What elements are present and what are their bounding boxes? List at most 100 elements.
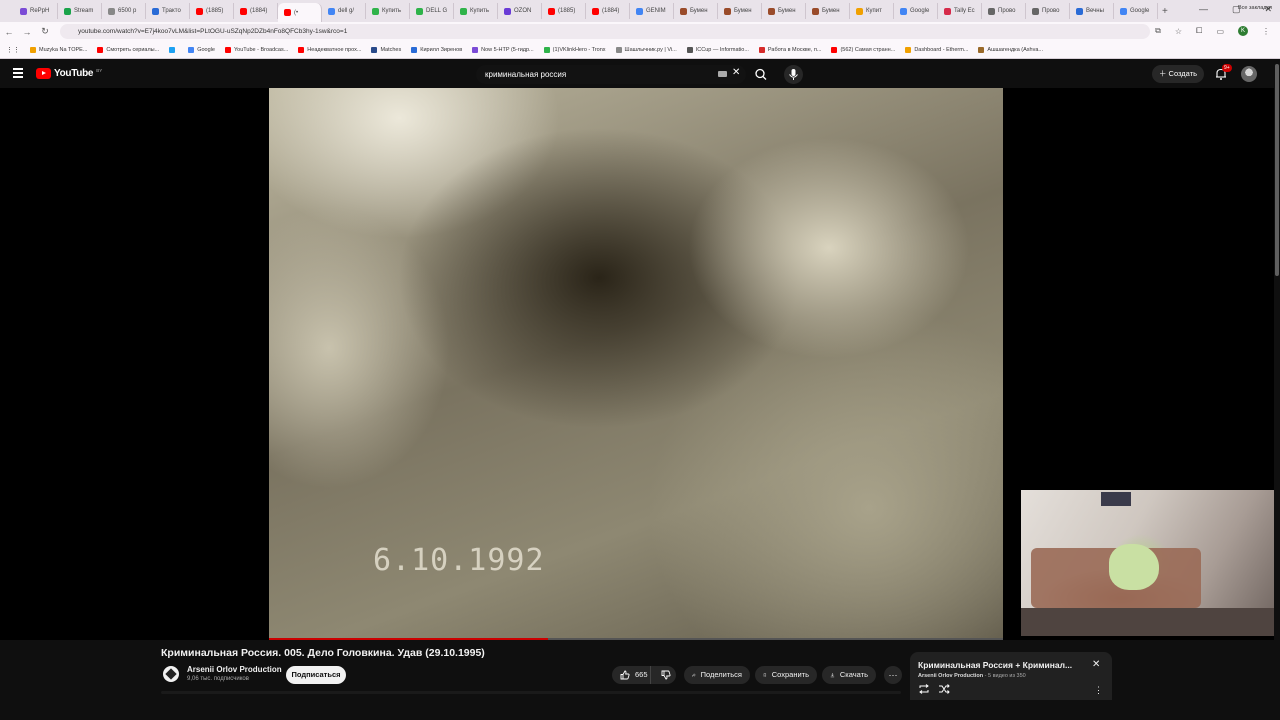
back-icon[interactable]: ←: [0, 27, 18, 37]
browser-tab[interactable]: Купить: [366, 3, 410, 19]
bookmark-icon: [763, 673, 766, 677]
create-button[interactable]: ＋ Создать: [1152, 65, 1204, 83]
page-scrollbar[interactable]: [1274, 60, 1280, 700]
browser-tab[interactable]: Прово: [982, 3, 1026, 19]
bookmark-label: Ашшагендка (Ashva...: [987, 46, 1043, 53]
bookmark-item[interactable]: (1)VKlinkHero - Tronx: [543, 46, 606, 53]
tab-label: (•: [294, 9, 299, 16]
shuffle-button[interactable]: [938, 684, 950, 694]
tab-label: (1884): [250, 8, 268, 14]
like-dislike-group: 665: [612, 666, 676, 684]
browser-tab[interactable]: DELL G: [410, 3, 454, 19]
close-playlist-icon[interactable]: ✕: [1092, 659, 1100, 670]
browser-tab[interactable]: (•: [278, 3, 322, 22]
tab-favicon-icon: [108, 7, 115, 15]
forward-icon[interactable]: →: [18, 27, 36, 37]
dislike-button[interactable]: [656, 666, 676, 684]
keyboard-icon[interactable]: [718, 71, 727, 77]
youtube-logo[interactable]: YouTube BY: [36, 68, 102, 79]
browser-tab[interactable]: Вечны: [1070, 3, 1114, 19]
browser-tab[interactable]: dell g/: [322, 3, 366, 19]
browser-tab[interactable]: Купить: [454, 3, 498, 19]
loop-button[interactable]: [918, 684, 930, 694]
browser-tab[interactable]: OZON: [498, 3, 542, 19]
video-frame[interactable]: 6.10.1992: [269, 88, 1003, 639]
bookmark-item[interactable]: YouTube - Broadcas...: [224, 46, 288, 53]
save-button[interactable]: Сохранить: [755, 666, 817, 684]
page-bottom: [0, 700, 1280, 720]
browser-tab[interactable]: GENIM: [630, 3, 674, 19]
browser-tab[interactable]: Stream: [58, 3, 102, 19]
browser-tab[interactable]: Трактo: [146, 3, 190, 19]
browser-tab[interactable]: (1885): [190, 3, 234, 19]
browser-tab[interactable]: Бумен: [762, 3, 806, 19]
bookmark-item[interactable]: Неадекватное прох...: [298, 46, 361, 53]
reload-icon[interactable]: ↻: [36, 26, 54, 37]
channel-avatar[interactable]: [163, 666, 179, 682]
like-button[interactable]: 665: [612, 666, 651, 684]
browser-tab[interactable]: Прово: [1026, 3, 1070, 19]
browser-tab[interactable]: Google: [894, 3, 938, 19]
browser-tab[interactable]: Tally Ес: [938, 3, 982, 19]
playlist-owner[interactable]: Arsenii Orlov Production: [918, 673, 983, 679]
menu-icon[interactable]: [13, 68, 23, 78]
bookmark-label: Muzyka Na TOPE...: [39, 46, 88, 53]
extensions-icon[interactable]: ⧠: [1196, 26, 1202, 36]
tab-label: Купить: [470, 8, 489, 14]
more-actions-button[interactable]: ⋯: [884, 666, 902, 684]
clear-search-icon[interactable]: ✕: [732, 67, 740, 78]
channel-name[interactable]: Arsenii Orlov Production: [187, 665, 282, 674]
bookmark-item[interactable]: Muzyka Na TOPE...: [30, 46, 88, 53]
bookmark-item[interactable]: Работа в Москве, п...: [758, 46, 821, 53]
bookmark-item[interactable]: Matches: [371, 46, 401, 53]
download-button[interactable]: Скачать: [822, 666, 876, 684]
minimize-icon[interactable]: —: [1199, 4, 1208, 15]
split-view-icon[interactable]: ▭: [1216, 27, 1224, 36]
bookmark-item[interactable]: ICCup — Informatio...: [686, 46, 749, 53]
browser-tab[interactable]: (1884): [586, 3, 630, 19]
browser-tab[interactable]: Google: [1114, 3, 1158, 19]
bookmark-item[interactable]: Кирилл Зиренов: [411, 46, 462, 53]
browser-tab[interactable]: RePpH: [14, 3, 58, 19]
tab-favicon-icon: [196, 7, 203, 15]
voice-search-button[interactable]: [784, 65, 803, 84]
install-app-icon[interactable]: ⧉: [1155, 26, 1161, 36]
create-label: Создать: [1168, 69, 1198, 78]
bookmark-item[interactable]: Смотреть сериалы...: [97, 46, 159, 53]
browser-tab[interactable]: Бумен: [806, 3, 850, 19]
browser-menu-icon[interactable]: ⋮: [1262, 27, 1270, 36]
bookmark-item[interactable]: Ашшагендка (Ashva...: [978, 46, 1043, 53]
bookmark-item[interactable]: [169, 46, 178, 53]
search-button[interactable]: [750, 65, 772, 84]
address-bar-row: ← → ↻ youtube.com/watch?v=E7j4koo7vLM&li…: [0, 22, 1280, 41]
browser-tab[interactable]: 6500 р: [102, 3, 146, 19]
profile-avatar[interactable]: K: [1238, 26, 1248, 36]
browser-tab[interactable]: (1884): [234, 3, 278, 19]
url-field[interactable]: youtube.com/watch?v=E7j4koo7vLM&list=PLt…: [60, 24, 1150, 39]
tab-favicon-icon: [328, 7, 335, 15]
all-bookmarks[interactable]: Все закладки: [1238, 5, 1272, 11]
account-avatar[interactable]: [1241, 66, 1257, 82]
search-input[interactable]: криминальная россия: [476, 65, 746, 84]
bookmark-item[interactable]: Google: [188, 46, 215, 53]
bookmark-item[interactable]: Now 5-HTP (5-гидр...: [472, 46, 534, 53]
share-button[interactable]: Поделиться: [684, 666, 750, 684]
apps-grid-icon[interactable]: ⋮⋮: [6, 46, 20, 54]
browser-tab[interactable]: Купит: [850, 3, 894, 19]
bookmark-favicon-icon: [905, 46, 912, 53]
bookmark-item[interactable]: (562) Самая странн...: [831, 46, 895, 53]
playlist-more-icon[interactable]: ⋮: [1094, 685, 1103, 696]
subscribe-button[interactable]: Подписаться: [286, 666, 346, 684]
bookmark-item[interactable]: Dashboard - Etherm...: [905, 46, 968, 53]
video-player[interactable]: 6.10.1992: [0, 88, 1274, 640]
scrollbar-thumb[interactable]: [1275, 64, 1279, 276]
bookmark-item[interactable]: Шашлычник.ру | Vi...: [615, 46, 677, 53]
browser-tab[interactable]: (1885): [542, 3, 586, 19]
tab-label: Бумен: [778, 8, 796, 14]
browser-tab[interactable]: Бумен: [718, 3, 762, 19]
browser-tab[interactable]: Бумен: [674, 3, 718, 19]
playlist-title[interactable]: Криминальная Россия + Криминал...: [918, 660, 1086, 670]
bookmark-star-icon[interactable]: ☆: [1175, 27, 1182, 36]
new-tab-icon[interactable]: +: [1162, 6, 1168, 17]
download-icon: [830, 673, 835, 678]
